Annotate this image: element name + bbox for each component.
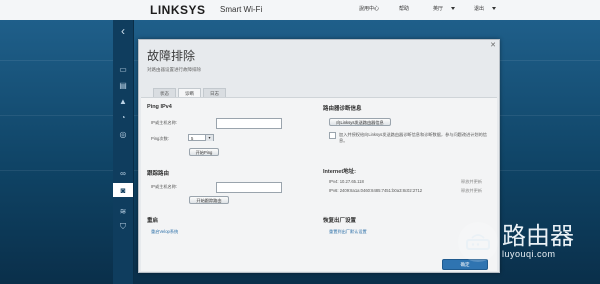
logout-label: 退出 bbox=[474, 6, 485, 12]
sidebar-item-troubleshooting[interactable]: ◙ bbox=[113, 183, 133, 197]
diagnostics-checkbox[interactable] bbox=[329, 132, 336, 139]
watermark-url: luyouqi.com bbox=[502, 249, 556, 259]
traceroute-heading: 跟踪路由 bbox=[147, 171, 170, 177]
reboot-heading: 重启 bbox=[147, 218, 159, 224]
language-label: 英厅 bbox=[433, 6, 444, 12]
brand-logo: LINKSYS bbox=[150, 3, 206, 17]
sidebar-item-devices[interactable]: ▭ bbox=[113, 62, 133, 76]
traceroute-ip-label: IP或主机名称: bbox=[151, 184, 178, 189]
factory-reset-link[interactable]: 重置到出厂默认设置 bbox=[329, 229, 367, 235]
router-logo-graphic bbox=[466, 234, 490, 250]
link-icon: ∞ bbox=[120, 168, 126, 178]
dialog-title: 故障排除 bbox=[147, 49, 196, 63]
sidebar-item-speed[interactable]: ◔ bbox=[113, 110, 133, 124]
router-logo-icon bbox=[458, 222, 498, 262]
router-icon: ▤ bbox=[119, 80, 127, 90]
troubleshooting-dialog: ✕ 故障排除 对路由器设置进行故障排除 状态 诊断 日志 Ping IPv4 I… bbox=[138, 39, 500, 273]
product-name: Smart Wi-Fi bbox=[220, 5, 263, 14]
diagnostics-checkbox-text: 加入并授权给向Linksys发送路由器诊断信息和诊断数据，参与问题改进计划的信息… bbox=[339, 132, 487, 143]
sidebar-item-connectivity[interactable]: ∞ bbox=[113, 166, 133, 180]
watermark: 路由器 luyouqi.com bbox=[458, 222, 574, 262]
sidebar: ‹ ▭ ▤ ▲ ◔ ◎ ∞ ◙ ≋ ⛉ bbox=[113, 20, 134, 284]
sidebar-item-security[interactable]: ◎ bbox=[113, 127, 133, 141]
diagnostics-heading: 路由器诊断信息 bbox=[323, 106, 362, 112]
ping-ip-label: IP或主机名称: bbox=[151, 120, 178, 125]
ipv6-renew-link[interactable]: 释放并更新 bbox=[461, 188, 482, 194]
ping-count-value: 5 bbox=[191, 136, 194, 141]
watermark-title: 路由器 bbox=[502, 223, 574, 250]
ping-heading: Ping IPv4 bbox=[147, 104, 172, 110]
ipv6-address: IPv6: 2409:8a1a:0460:8485:7451:b0a3:8c02… bbox=[329, 188, 423, 193]
dialog-subtitle: 对路由器设置进行故障排除 bbox=[147, 67, 201, 72]
logout-menu[interactable]: 退出 bbox=[474, 5, 497, 12]
devices-icon: ▭ bbox=[119, 64, 127, 74]
start-traceroute-button[interactable]: 开始跟踪路由 bbox=[189, 196, 229, 204]
shield-icon: ⛉ bbox=[120, 222, 126, 231]
globe-icon: ◎ bbox=[119, 129, 127, 139]
warning-icon: ▲ bbox=[119, 96, 127, 106]
ping-count-select[interactable]: 5 ▾ bbox=[188, 134, 214, 141]
sidebar-item-router[interactable]: ▤ bbox=[113, 78, 133, 92]
tab-content: Ping IPv4 IP或主机名称: Ping次数: 5 ▾ 开始Ping 跟踪路… bbox=[141, 97, 497, 271]
factory-reset-heading: 恢复出厂设置 bbox=[323, 218, 357, 224]
chevron-left-icon: ‹ bbox=[121, 24, 125, 38]
chevron-down-icon bbox=[492, 7, 497, 11]
internet-heading: Internet地址: bbox=[323, 169, 357, 175]
wifi-icon: ≋ bbox=[119, 206, 127, 216]
send-info-button[interactable]: 向Linksys发送路由器信息 bbox=[329, 118, 391, 126]
ping-ip-input[interactable] bbox=[216, 118, 282, 129]
ipv4-renew-link[interactable]: 释放并更新 bbox=[461, 179, 482, 185]
start-ping-button[interactable]: 开始Ping bbox=[189, 148, 219, 156]
speed-icon: ◔ bbox=[120, 112, 126, 122]
watermark-text-block: 路由器 luyouqi.com bbox=[502, 223, 574, 260]
chevron-down-icon bbox=[451, 7, 456, 11]
close-icon[interactable]: ✕ bbox=[490, 41, 496, 49]
back-button[interactable]: ‹ bbox=[113, 24, 133, 38]
language-menu[interactable]: 英厅 bbox=[433, 5, 456, 12]
camera-icon: ◙ bbox=[120, 185, 126, 195]
sidebar-item-shield[interactable]: ⛉ bbox=[113, 220, 133, 234]
traceroute-ip-input[interactable] bbox=[216, 182, 282, 193]
reboot-link[interactable]: 重启Velop系统 bbox=[151, 229, 178, 235]
ping-count-label: Ping次数: bbox=[151, 136, 169, 141]
sidebar-item-wireless[interactable]: ≋ bbox=[113, 204, 133, 218]
top-bar: LINKSYS Smart Wi-Fi 說用中心 帮助 英厅 退出 bbox=[0, 0, 600, 21]
help-link[interactable]: 帮助 bbox=[399, 5, 409, 12]
chevron-down-icon: ▾ bbox=[205, 135, 213, 141]
sidebar-item-alerts[interactable]: ▲ bbox=[113, 94, 133, 108]
ipv4-address: IPv4: 10.27.65.118 bbox=[329, 179, 364, 184]
help-center-link[interactable]: 說用中心 bbox=[359, 5, 379, 12]
